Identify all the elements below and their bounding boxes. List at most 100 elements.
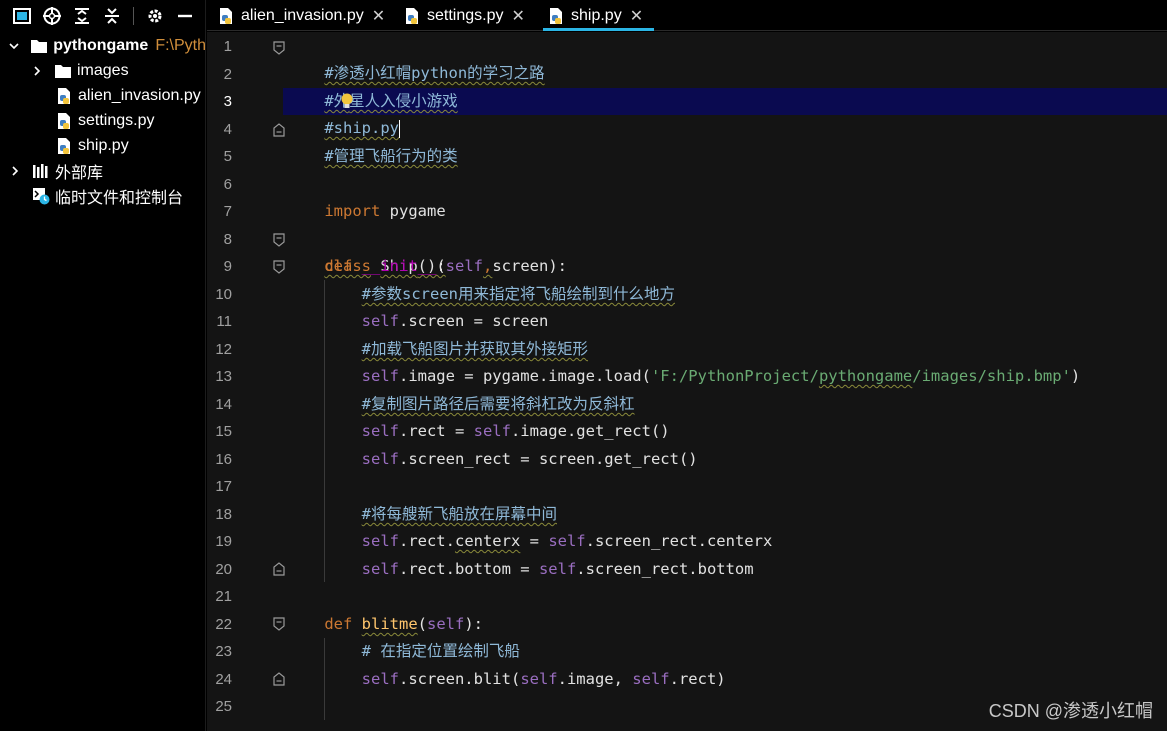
line-number-current: 3 (223, 93, 232, 110)
scratch-console-icon (32, 187, 50, 205)
fold-start-icon[interactable] (273, 617, 285, 631)
line-number: 10 (215, 286, 232, 303)
line-number: 4 (223, 121, 232, 138)
tab-label: settings.py (427, 6, 504, 24)
keyword: def (324, 615, 353, 633)
code-line-6: import pygame (287, 171, 445, 220)
code-line-2: #外 星人入侵小游戏 (287, 61, 457, 110)
line-number: 21 (215, 588, 232, 605)
self-keyword: self (538, 560, 577, 578)
line-number: 11 (216, 313, 232, 330)
self-keyword: self (361, 560, 399, 578)
function-name: blitme (361, 615, 418, 633)
code-text: .rect. (398, 532, 455, 550)
code-text: .image, (557, 670, 633, 688)
code-line-24: self.screen.blit(self.image, self.rect) (287, 666, 726, 693)
comment: #将每艘新飞船放在屏幕中间 (361, 505, 557, 523)
close-icon[interactable]: ✕ (511, 6, 524, 26)
fold-start-icon[interactable] (273, 260, 285, 274)
fold-end-icon[interactable] (273, 123, 285, 137)
code-line-9: def __init__(self,screen): (287, 253, 567, 280)
tree-item-ship[interactable]: ship.py (0, 133, 206, 158)
line-number: 23 (215, 643, 232, 660)
tree-root-path: F:\Pyth (155, 36, 206, 54)
line-number: 16 (215, 451, 232, 468)
tree-root-pythongame[interactable]: pythongame F:\Pyth (0, 33, 206, 58)
line-number: 5 (223, 148, 232, 165)
toolbar-separator (133, 6, 134, 25)
close-icon[interactable]: ✕ (372, 6, 385, 26)
line-number: 13 (215, 368, 232, 385)
hide-icon[interactable] (175, 6, 195, 26)
string: 'F:/PythonProject/ (650, 367, 819, 385)
code-line-14: #复制图片路径后需要将斜杠改为反斜杠 (287, 391, 635, 418)
line-number: 17 (215, 478, 232, 495)
tree-item-settings[interactable]: settings.py (0, 108, 206, 133)
comment: #管理飞船行为的类 (324, 147, 458, 165)
code-text: .screen_rect = screen.get_rect() (398, 450, 698, 468)
tab-label: ship.py (571, 6, 622, 24)
line-number: 7 (223, 203, 232, 220)
code-text: ) (1070, 367, 1081, 385)
code-editor[interactable]: 1 2 3 4 5 6 7 8 9 10 11 12 13 14 15 16 1… (207, 32, 1167, 731)
project-view-icon[interactable] (12, 6, 32, 26)
chevron-right-icon[interactable] (8, 164, 22, 178)
tab-alien-invasion[interactable]: alien_invasion.py ✕ (217, 0, 385, 31)
code-line-8: class Ship(): (287, 226, 445, 275)
self-keyword: self (361, 670, 399, 688)
project-panel: pythongame F:\Pyth images alien_invasion… (0, 0, 206, 731)
line-number: 25 (215, 698, 232, 715)
python-file-icon (55, 137, 73, 155)
expand-all-icon[interactable] (72, 6, 92, 26)
python-file-icon (217, 7, 235, 25)
code-text: .screen.blit( (398, 670, 521, 688)
tab-label: alien_invasion.py (241, 6, 364, 24)
tree-item-label: ship.py (78, 136, 129, 154)
python-file-icon (547, 7, 565, 25)
code-text: , (483, 257, 493, 275)
editor-tab-bar: alien_invasion.py ✕ settings.py ✕ ship.p… (207, 0, 1167, 31)
tree-item-scratches[interactable]: 临时文件和控制台 (0, 183, 206, 208)
self-keyword: self (632, 670, 670, 688)
self-keyword: self (361, 367, 399, 385)
gear-icon[interactable] (145, 6, 165, 26)
tree-item-external-libraries[interactable]: 外部库 (0, 158, 206, 183)
tree-item-label: settings.py (78, 111, 155, 129)
tree-item-images[interactable]: images (0, 58, 206, 83)
chevron-down-icon[interactable] (8, 39, 20, 53)
self-keyword: self (473, 422, 511, 440)
close-icon[interactable]: ✕ (630, 6, 643, 26)
fold-end-icon[interactable] (273, 672, 285, 686)
code-text: .rect) (669, 670, 726, 688)
code-line-16: self.screen_rect = screen.get_rect() (287, 446, 698, 473)
tree-item-alien-invasion[interactable]: alien_invasion.py (0, 83, 206, 108)
library-icon (32, 162, 50, 180)
folder-icon (54, 62, 72, 80)
line-number: 9 (223, 258, 232, 275)
fold-end-icon[interactable] (273, 562, 285, 576)
line-number: 8 (223, 231, 232, 248)
code-text: .image = pygame.image.load( (398, 367, 651, 385)
fold-start-icon[interactable] (273, 233, 285, 247)
collapse-all-icon[interactable] (102, 6, 122, 26)
code-text: ( (436, 257, 446, 275)
self-keyword: self (361, 532, 399, 550)
tree-item-label: 外部库 (55, 164, 104, 182)
tab-settings[interactable]: settings.py ✕ (403, 0, 525, 31)
code-text: .rect.bottom = (398, 560, 539, 578)
line-number: 15 (215, 423, 232, 440)
locate-icon[interactable] (42, 6, 62, 26)
code-text: = (520, 532, 549, 550)
python-file-icon (403, 7, 421, 25)
tab-ship[interactable]: ship.py ✕ (543, 0, 654, 31)
line-number-gutter: 1 2 3 4 5 6 7 8 9 10 11 12 13 14 15 16 1… (207, 32, 283, 731)
chevron-right-icon[interactable] (30, 64, 44, 78)
fold-start-icon[interactable] (273, 41, 285, 55)
code-line-23: # 在指定位置绘制飞船 (287, 638, 520, 665)
code-line-13: self.image = pygame.image.load('F:/Pytho… (287, 363, 1081, 390)
self-keyword: self (361, 450, 399, 468)
line-number: 1 (223, 38, 232, 55)
tree-item-label: images (77, 61, 129, 79)
string: /images/ship.bmp' (912, 367, 1071, 385)
code-line-19: self.rect.centerx = self.screen_rect.cen… (287, 528, 773, 555)
